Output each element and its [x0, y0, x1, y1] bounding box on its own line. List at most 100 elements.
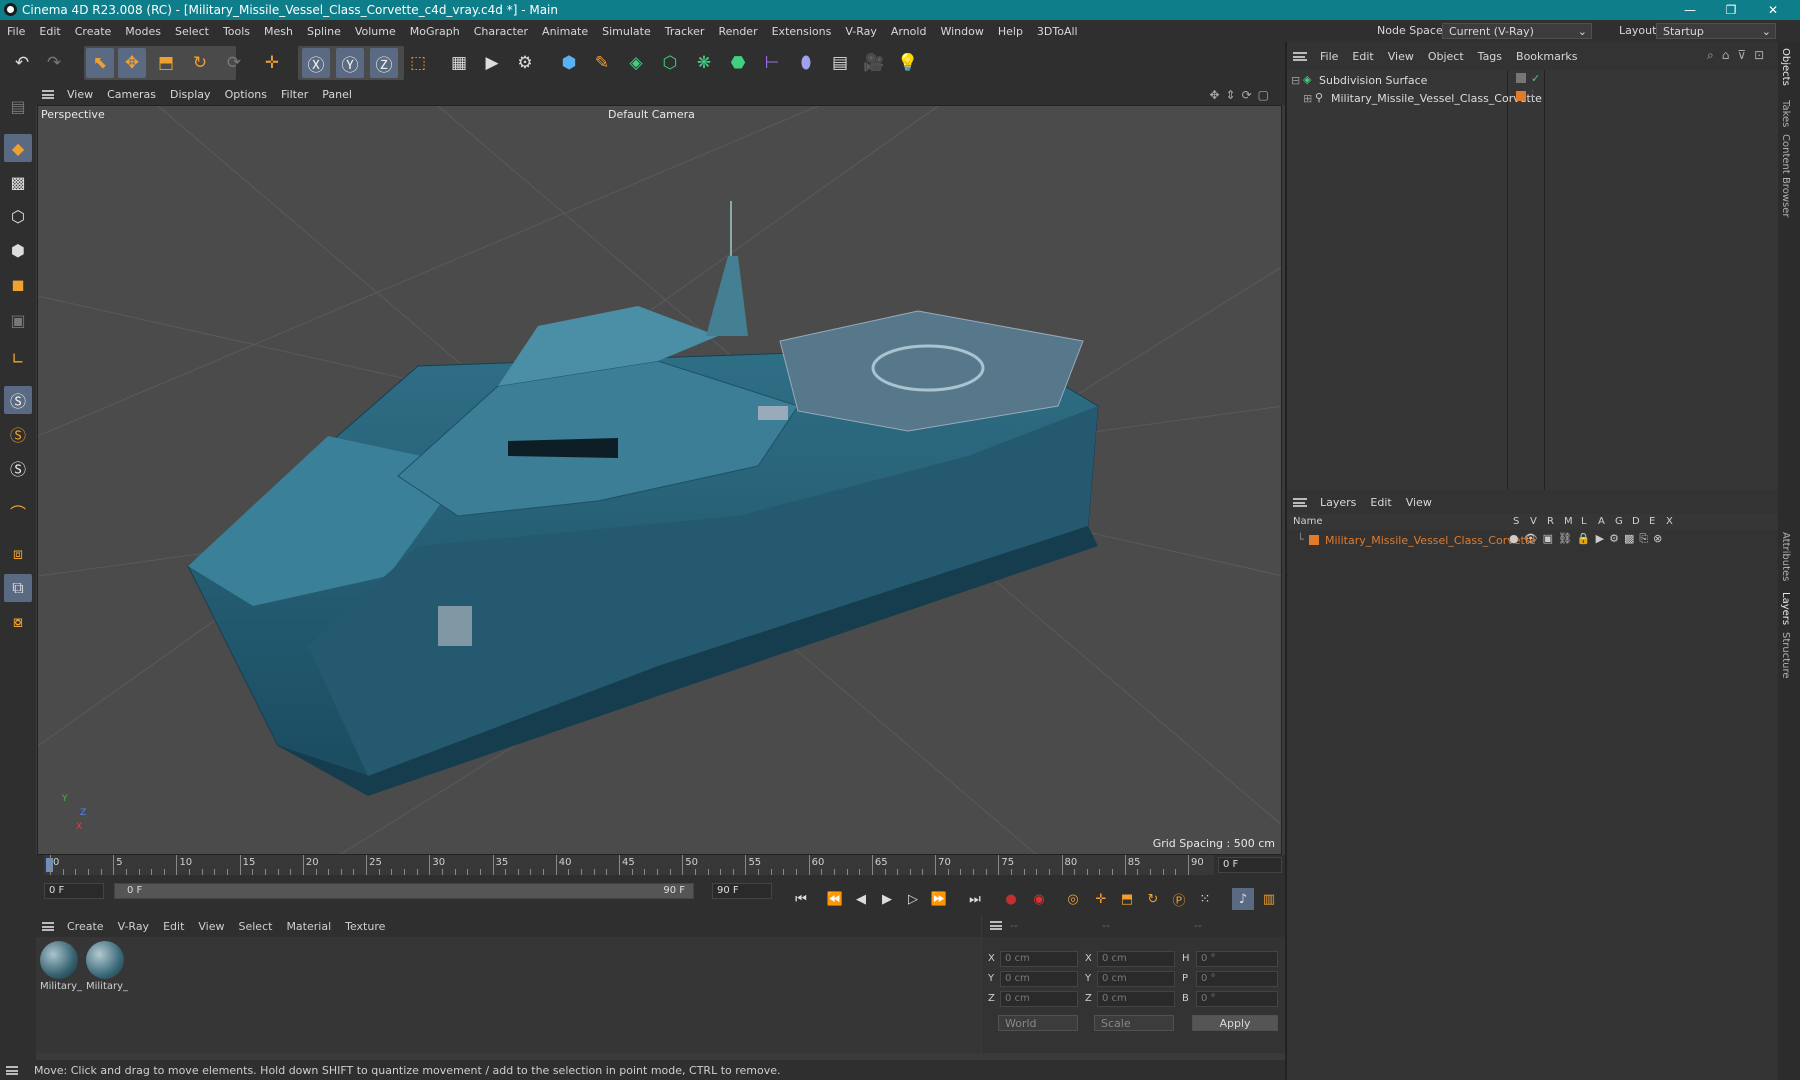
viewport-menu-options[interactable]: Options — [218, 88, 274, 101]
material-menu-create[interactable]: Create — [60, 920, 111, 933]
key-position-icon[interactable]: ✛ — [1090, 888, 1112, 910]
motion-mode-icon[interactable]: ♪ — [1232, 888, 1254, 910]
menu-select[interactable]: Select — [168, 25, 216, 38]
position-y-field[interactable]: 0 cm — [1000, 971, 1078, 987]
key-pla-icon[interactable]: ⁙ — [1194, 888, 1216, 910]
goto-start-icon[interactable]: ⏮ — [790, 888, 812, 910]
key-param-icon[interactable]: Ⓟ — [1168, 888, 1190, 910]
material-menu-view[interactable]: View — [191, 920, 231, 933]
select-tool-icon[interactable]: ⬉ — [86, 48, 114, 78]
prev-key-icon[interactable]: ⏪ — [824, 888, 846, 910]
menu-animate[interactable]: Animate — [535, 25, 595, 38]
tree-row[interactable]: ⊟ ◈ Subdivision Surface ✓ — [1291, 72, 1771, 89]
grid-plane-icon[interactable]: ⧈ — [4, 540, 32, 568]
layer-flag-x[interactable]: X — [1666, 516, 1673, 527]
menu-arnold[interactable]: Arnold — [884, 25, 934, 38]
timeline-window-icon[interactable]: ▥ — [1258, 888, 1280, 910]
menu-window[interactable]: Window — [933, 25, 990, 38]
prev-frame-icon[interactable]: ◀ — [850, 888, 872, 910]
layer-flag-a[interactable]: A — [1598, 516, 1605, 527]
range-slider[interactable]: 0 F 90 F — [114, 883, 694, 899]
pen-spline-icon[interactable]: ✎ — [588, 48, 616, 78]
tab-objects[interactable]: Objects — [1780, 48, 1791, 86]
cube-primitive-icon[interactable]: ⬢ — [555, 48, 583, 78]
viewport-menu-filter[interactable]: Filter — [274, 88, 315, 101]
extrude-icon[interactable]: ⬡ — [656, 48, 684, 78]
hamburger-icon[interactable] — [42, 921, 54, 931]
apply-button[interactable]: Apply — [1192, 1015, 1278, 1031]
viewport-menu-cameras[interactable]: Cameras — [100, 88, 163, 101]
viewport-menu-panel[interactable]: Panel — [315, 88, 359, 101]
floor-icon[interactable]: ▤ — [826, 48, 854, 78]
layer-flag-m[interactable]: M — [1564, 516, 1573, 527]
layer-flag-s[interactable]: S — [1513, 516, 1519, 527]
polygons-mode-icon[interactable]: ◼ — [4, 270, 32, 298]
object-menu-view[interactable]: View — [1381, 50, 1421, 63]
goto-end-icon[interactable]: ⏭ — [964, 888, 986, 910]
tab-content-browser[interactable]: Content Browser — [1780, 134, 1791, 217]
position-z-field[interactable]: 0 cm — [1000, 991, 1078, 1007]
current-frame-field[interactable]: 0 F — [1218, 857, 1282, 873]
subdivision-icon[interactable]: ◈ — [622, 48, 650, 78]
layer-menu-view[interactable]: View — [1399, 496, 1439, 509]
menu-extensions[interactable]: Extensions — [765, 25, 839, 38]
material-item[interactable]: Military_ — [40, 941, 82, 997]
workplane-icon[interactable]: ∟ — [4, 344, 32, 372]
rotation-p-field[interactable]: 0 ° — [1196, 971, 1278, 987]
menu-edit[interactable]: Edit — [32, 25, 67, 38]
workplane-grid-icon[interactable]: ⧉ — [4, 574, 32, 602]
size-z-field[interactable]: 0 cm — [1097, 991, 1175, 1007]
expand-icon[interactable]: ⊞ — [1303, 92, 1312, 105]
timeline-ruler[interactable]: 0 5 10 15 20 25 30 35 40 45 50 55 60 65 70 75 80 85 90 — [44, 855, 1214, 875]
object-menu-file[interactable]: File — [1313, 50, 1345, 63]
layer-flag-l[interactable]: L — [1581, 516, 1587, 527]
edges-mode-icon[interactable]: ⬢ — [4, 236, 32, 264]
rotate-tool-icon[interactable]: ↻ — [186, 48, 214, 78]
quantize-icon[interactable]: Ⓢ — [4, 454, 32, 482]
coord-system-dropdown[interactable]: World — [998, 1015, 1078, 1031]
uv-mode-icon[interactable]: ▣ — [4, 306, 32, 334]
tab-attributes[interactable]: Attributes — [1780, 532, 1791, 581]
visibility-dots-icon[interactable]: ⁚ — [1531, 90, 1534, 100]
material-item[interactable]: Military_ — [86, 941, 128, 997]
points-mode-icon[interactable]: ⬡ — [4, 202, 32, 230]
object-menu-object[interactable]: Object — [1421, 50, 1471, 63]
layer-flag-r[interactable]: R — [1547, 516, 1554, 527]
rotation-b-field[interactable]: 0 ° — [1196, 991, 1278, 1007]
render-region-icon[interactable]: ▦ — [445, 48, 473, 78]
menu-mograph[interactable]: MoGraph — [403, 25, 467, 38]
autokey-icon[interactable]: ◉ — [1028, 888, 1050, 910]
camera-icon[interactable]: 🎥 — [860, 48, 888, 78]
viewport-menu-display[interactable]: Display — [163, 88, 218, 101]
material-menu-material[interactable]: Material — [279, 920, 338, 933]
cloner-icon[interactable]: ❋ — [690, 48, 718, 78]
deformer-icon[interactable]: ⊢ — [758, 48, 786, 78]
hamburger-icon[interactable] — [1293, 497, 1307, 507]
layer-menu-layers[interactable]: Layers — [1313, 496, 1363, 509]
scale-tool-icon[interactable]: ⬒ — [152, 48, 180, 78]
minimize-button[interactable]: — — [1667, 0, 1713, 20]
play-icon[interactable]: ▶ — [876, 888, 898, 910]
layer-flag-d[interactable]: D — [1632, 516, 1640, 527]
add-coordinate-icon[interactable]: ✛ — [258, 48, 286, 78]
field-icon[interactable]: ⬮ — [792, 48, 820, 78]
rotation-h-field[interactable]: 0 ° — [1196, 951, 1278, 967]
menu-create[interactable]: Create — [68, 25, 119, 38]
layer-color-swatch[interactable] — [1309, 535, 1319, 545]
tab-layers[interactable]: Layers — [1780, 592, 1791, 625]
make-editable-icon[interactable]: ▤ — [4, 92, 32, 120]
position-x-field[interactable]: 0 cm — [1000, 951, 1078, 967]
menu-tools[interactable]: Tools — [216, 25, 257, 38]
material-menu-texture[interactable]: Texture — [338, 920, 392, 933]
size-y-field[interactable]: 0 cm — [1097, 971, 1175, 987]
coord-mode-dropdown[interactable]: Scale — [1094, 1015, 1174, 1031]
menu-spline[interactable]: Spline — [300, 25, 348, 38]
z-axis-lock-icon[interactable]: Ⓩ — [370, 48, 398, 78]
undo-icon[interactable]: ↶ — [8, 48, 36, 78]
menu-vray[interactable]: V-Ray — [838, 25, 884, 38]
next-key-icon[interactable]: ⏩ — [928, 888, 950, 910]
enabled-check-icon[interactable]: ✓ — [1531, 72, 1540, 85]
hamburger-icon[interactable] — [1293, 51, 1307, 61]
node-space-dropdown[interactable]: Current (V-Ray) ⌄ — [1442, 23, 1592, 39]
material-menu-select[interactable]: Select — [232, 920, 280, 933]
